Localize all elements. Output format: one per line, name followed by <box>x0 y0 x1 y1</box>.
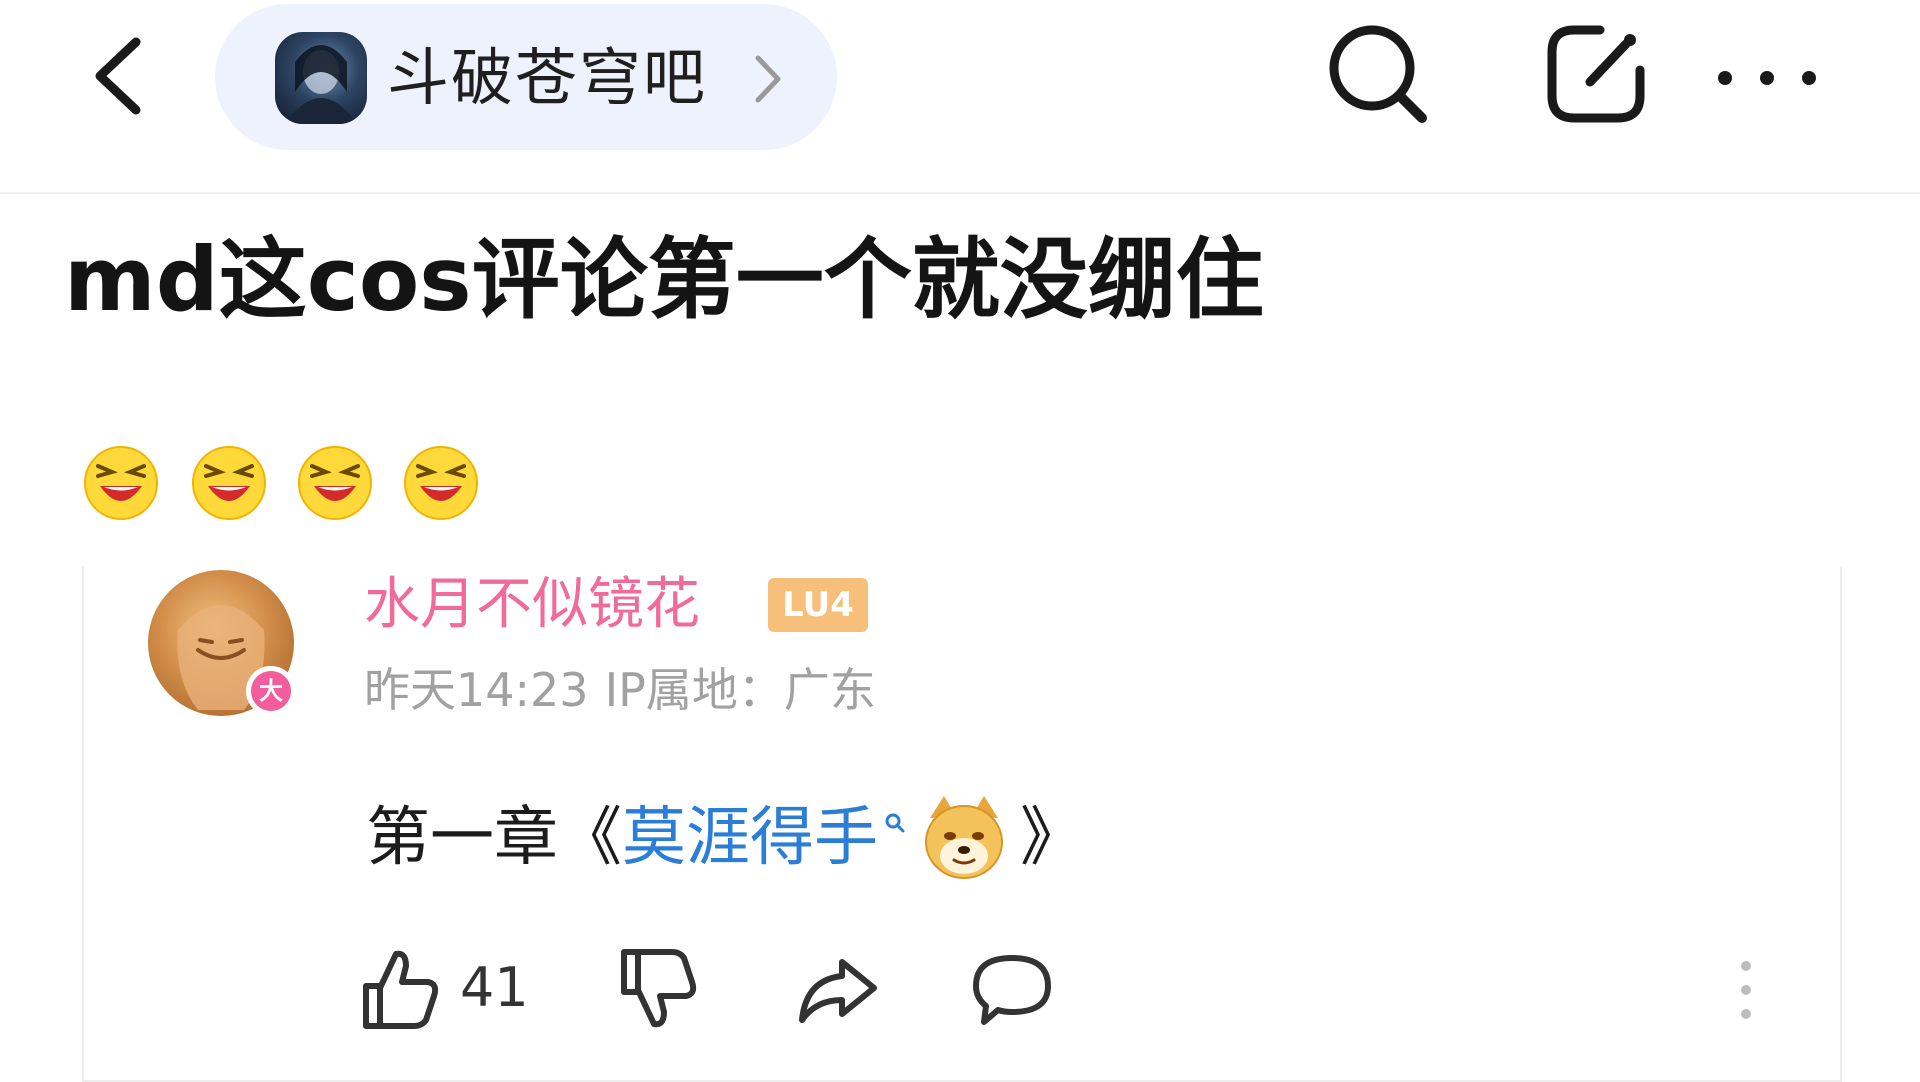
back-button[interactable] <box>84 28 156 124</box>
search-icon <box>885 813 905 833</box>
comment-text: 第一章《 莫涯得手 》 <box>366 790 1084 886</box>
more-button[interactable] <box>1705 18 1835 130</box>
search-icon <box>1329 25 1427 123</box>
laughing-face-emoji <box>84 446 158 520</box>
chevron-right-icon <box>755 55 781 103</box>
chevron-left-icon <box>95 37 141 115</box>
laughing-face-emoji <box>192 446 266 520</box>
forum-name: 斗破苍穹吧 <box>387 41 708 114</box>
comment-bubble-icon <box>973 955 1051 1025</box>
reply-button[interactable] <box>970 944 1054 1034</box>
top-bar: 斗破苍穹吧 <box>0 0 1920 194</box>
forum-entry[interactable]: 斗破苍穹吧 <box>215 4 837 150</box>
more-horizontal-icon <box>1718 71 1816 85</box>
level-badge: LU4 <box>768 578 868 632</box>
forward-arrow-icon <box>799 959 877 1023</box>
share-icon <box>1547 25 1645 123</box>
doge-emoji <box>925 796 1003 879</box>
forum-avatar <box>275 32 367 124</box>
share-button[interactable] <box>1540 18 1652 130</box>
more-vertical-icon <box>1741 961 1751 1019</box>
username[interactable]: 水月不似镜花 <box>364 570 700 640</box>
like-count: 41 <box>460 956 529 1019</box>
comment-meta: 昨天14:23 IP属地：广东 <box>364 660 892 720</box>
comment-more-button[interactable] <box>1726 958 1766 1028</box>
thumbs-up-icon <box>363 950 439 1029</box>
like-button[interactable]: 41 <box>360 944 540 1034</box>
laughing-face-emoji <box>404 446 478 520</box>
search-link[interactable]: 莫涯得手 <box>622 793 878 883</box>
ip-location: IP属地：广东 <box>604 663 876 717</box>
avatar-badge: 大 <box>246 666 296 716</box>
thumbs-down-icon <box>621 949 697 1028</box>
post-detail-page: 斗破苍穹吧 md这cos评论第一个就没绷住 大 水月不似镜花 LU4 昨天14:… <box>0 0 1920 1082</box>
comment-time: 昨天14:23 <box>364 663 589 717</box>
post-title: md这cos评论第一个就没绷住 <box>64 228 1264 331</box>
comment-text-prefix: 第一章《 <box>366 801 622 875</box>
dislike-button[interactable] <box>618 944 698 1034</box>
laughing-face-emoji <box>298 446 372 520</box>
search-button[interactable] <box>1322 18 1434 130</box>
comment-text-suffix: 》 <box>1020 801 1084 875</box>
forward-button[interactable] <box>796 944 880 1034</box>
